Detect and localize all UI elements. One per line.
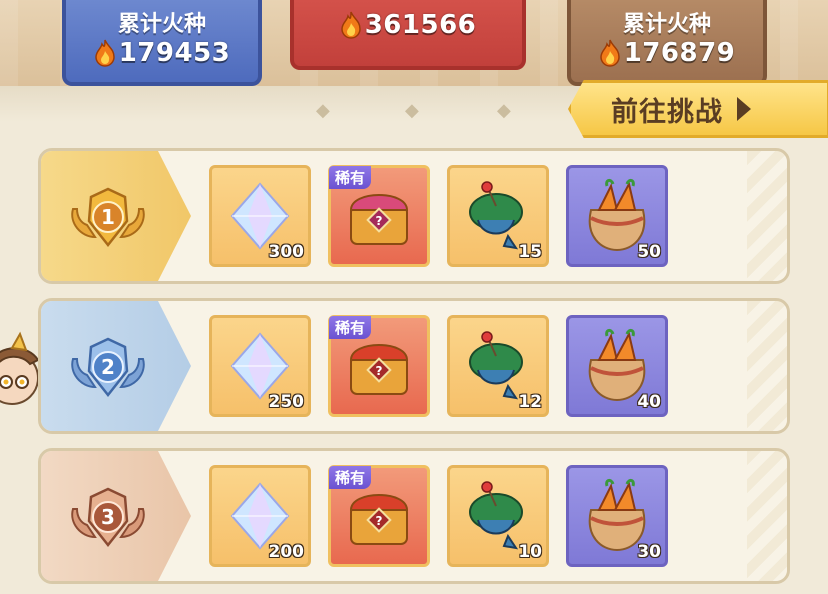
rare-tag: 稀有	[329, 316, 372, 339]
reward-quantity: 300	[268, 242, 305, 262]
reward-rare-chest[interactable]: ? 稀有	[328, 165, 430, 267]
score-card-left-title: 累计火种	[117, 12, 206, 37]
diamond-ornament-icon: ◆	[497, 100, 511, 121]
rank-number: 2	[101, 355, 115, 379]
score-card-right: 累计火种 176879	[567, 0, 767, 86]
reward-spinning-top[interactable]: 15	[447, 165, 549, 267]
flame-icon	[340, 11, 361, 39]
diamond-ornament-icon: ◆	[316, 100, 330, 121]
reward-quantity: 30	[637, 542, 661, 562]
score-card-right-title: 累计火种	[622, 12, 711, 37]
reward-carrot-bag[interactable]: 40	[566, 315, 668, 417]
go-to-challenge-button[interactable]: 前往挑战	[568, 80, 828, 138]
reward-quantity: 50	[637, 242, 661, 262]
bronze-medal-icon: 3	[67, 485, 149, 553]
reward-spinning-top[interactable]: 12	[447, 315, 549, 417]
score-card-center-title-spacer	[294, 0, 522, 10]
score-card-right-value: 176879	[623, 38, 736, 68]
gold-medal-icon: 1	[67, 185, 149, 253]
score-card-left-value: 179453	[118, 38, 231, 68]
flame-icon	[599, 39, 620, 67]
rank-number: 1	[101, 205, 115, 229]
row-chevron-decoration	[747, 451, 787, 581]
reward-crystal[interactable]: 250	[209, 315, 311, 417]
row-chevron-decoration	[747, 301, 787, 431]
score-card-center-value: 361566	[364, 10, 477, 40]
score-card-right-value-row: 176879	[571, 38, 763, 68]
reward-row-rank-3: 3 200 ? 稀有 10 30	[38, 448, 790, 584]
score-card-left-value-row: 179453	[66, 38, 258, 68]
rare-tag: 稀有	[329, 466, 372, 489]
go-to-challenge-label: 前往挑战	[611, 96, 723, 128]
reward-crystal[interactable]: 200	[209, 465, 311, 567]
reward-crystal[interactable]: 300	[209, 165, 311, 267]
score-card-center-value-row: 361566	[294, 10, 522, 40]
reward-carrot-bag[interactable]: 30	[566, 465, 668, 567]
flame-icon	[94, 39, 115, 67]
reward-quantity: 40	[637, 392, 661, 412]
rare-tag: 稀有	[329, 166, 372, 189]
reward-rare-chest[interactable]: ? 稀有	[328, 315, 430, 417]
svg-text:?: ?	[376, 364, 383, 378]
play-arrow-icon	[737, 97, 751, 121]
row-chevron-decoration	[747, 151, 787, 281]
reward-row-rank-2: 2 250 ? 稀有 12 40	[38, 298, 790, 434]
rank-number: 3	[101, 505, 115, 529]
silver-medal-icon: 2	[67, 335, 149, 403]
score-card-left: 累计火种 179453	[62, 0, 262, 86]
reward-carrot-bag[interactable]: 50	[566, 165, 668, 267]
reward-rare-chest[interactable]: ? 稀有	[328, 465, 430, 567]
svg-text:?: ?	[376, 214, 383, 228]
diamond-ornament-icon: ◆	[405, 100, 419, 121]
reward-quantity: 10	[518, 542, 542, 562]
reward-quantity: 12	[518, 392, 542, 412]
reward-row-rank-1: 1 300 ? 稀有 15 50	[38, 148, 790, 284]
reward-quantity: 200	[268, 542, 305, 562]
score-card-center: 361566	[290, 0, 526, 70]
reward-quantity: 250	[268, 392, 305, 412]
reward-spinning-top[interactable]: 10	[447, 465, 549, 567]
svg-text:?: ?	[376, 514, 383, 528]
reward-quantity: 15	[518, 242, 542, 262]
